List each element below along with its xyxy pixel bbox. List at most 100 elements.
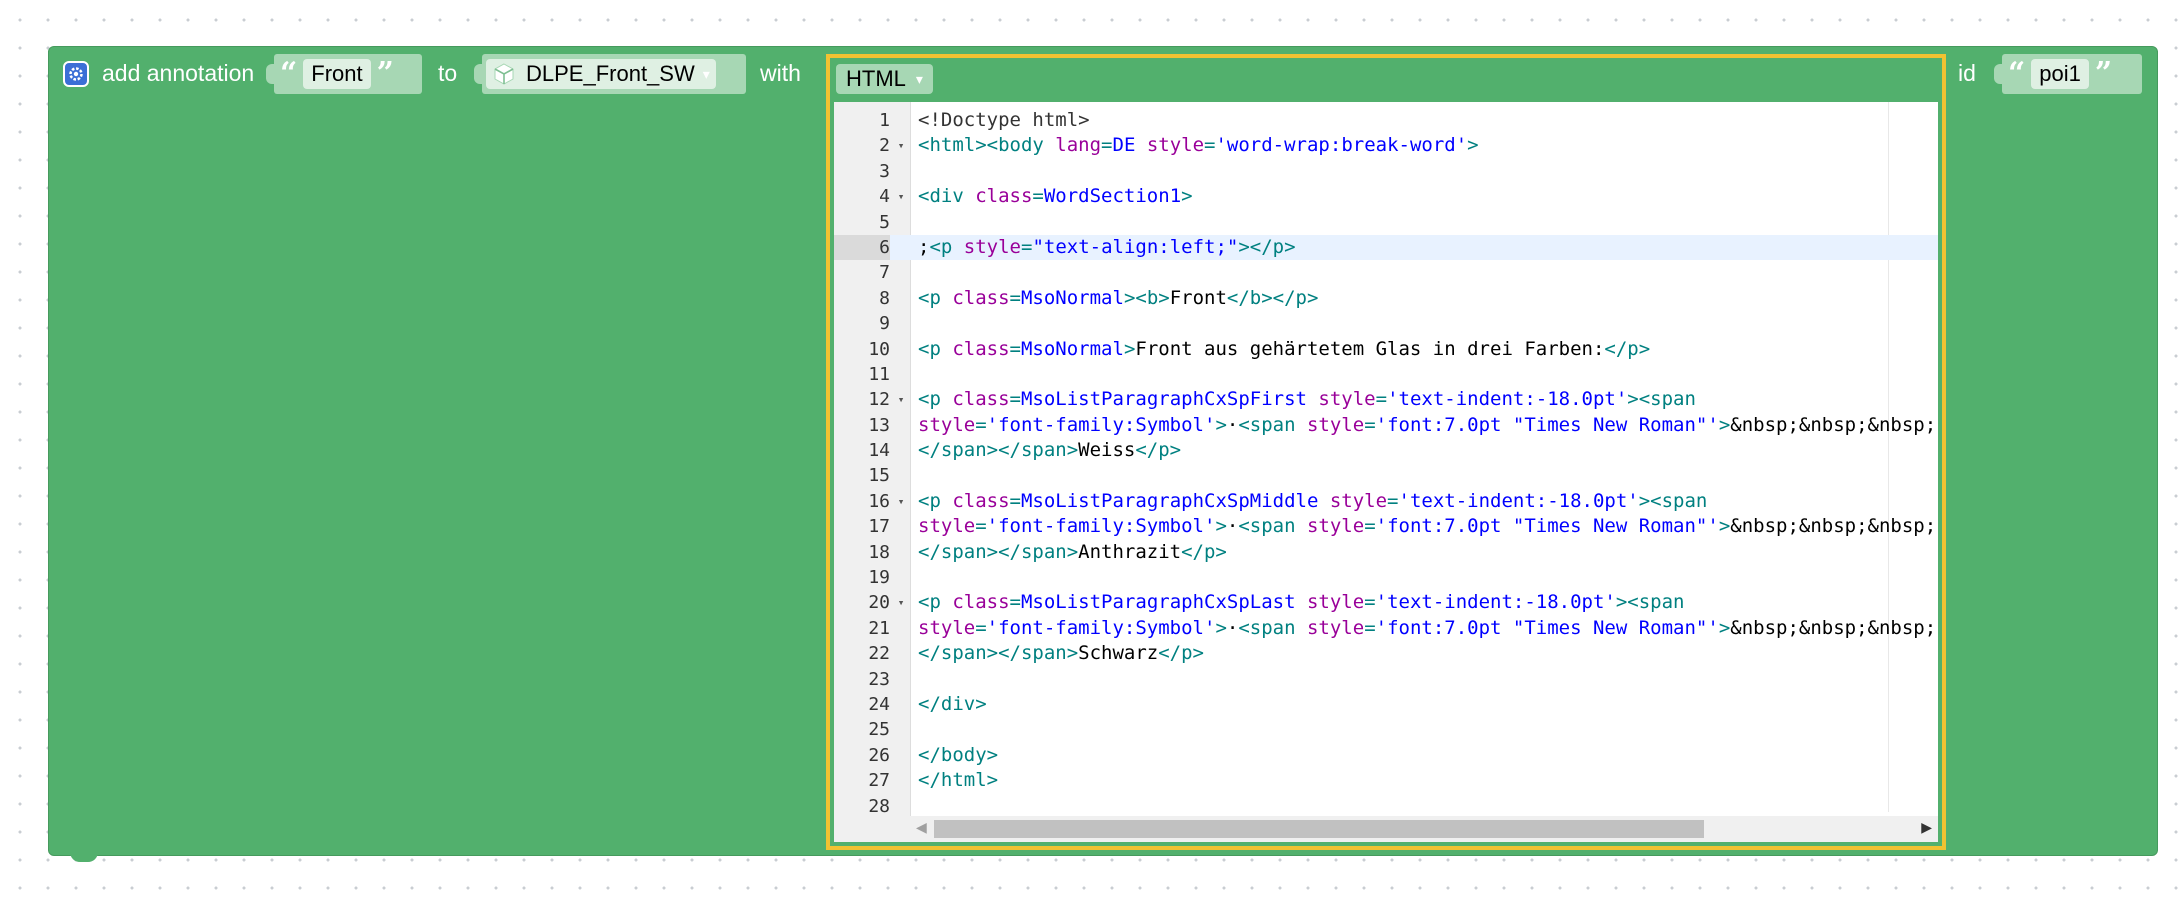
code-line[interactable]: 5 bbox=[834, 210, 1938, 235]
scrollbar-thumb[interactable] bbox=[934, 820, 1704, 838]
code-token: = bbox=[1101, 134, 1113, 157]
code-token: = bbox=[1032, 185, 1044, 208]
fold-arrow-icon[interactable]: ▾ bbox=[894, 387, 908, 412]
code-line[interactable]: 26 </body> bbox=[834, 743, 1938, 768]
fold-arrow-icon[interactable]: ▾ bbox=[894, 133, 908, 158]
line-number: 21 bbox=[868, 617, 890, 639]
code-text: </span></span>Anthrazit</p> bbox=[918, 540, 1227, 565]
code-line[interactable]: 21 style='font-family:Symbol'>·<span styl… bbox=[834, 616, 1938, 641]
code-line[interactable]: 18 </span></span>Anthrazit</p> bbox=[834, 540, 1938, 565]
line-number: 15 bbox=[868, 465, 890, 487]
code-token: = bbox=[1364, 591, 1376, 614]
language-value: HTML bbox=[846, 66, 906, 91]
code-token: <span bbox=[1238, 413, 1307, 436]
code-line[interactable]: 15 bbox=[834, 463, 1938, 488]
code-token: class bbox=[952, 388, 1010, 411]
code-line[interactable]: 3 bbox=[834, 159, 1938, 184]
language-dropdown[interactable]: HTML ▾ bbox=[836, 64, 933, 94]
code-text: <p class=MsoNormal><b>Front</b></p> bbox=[918, 286, 1318, 311]
code-token: Front aus gehärtetem Glas in drei Farben… bbox=[1135, 337, 1605, 360]
code-line[interactable]: 25 bbox=[834, 717, 1938, 742]
code-token: ></p> bbox=[1238, 235, 1296, 258]
code-text: </span></span>Weiss</p> bbox=[918, 438, 1181, 463]
html-code-block[interactable]: HTML ▾ 1 <!Doctype html> 2 ▾ <html><body lan… bbox=[826, 54, 1946, 850]
target-object-dropdown[interactable]: DLPE_Front_SW ▾ bbox=[474, 54, 746, 94]
code-token: <html><body bbox=[918, 134, 1056, 157]
scroll-right-icon[interactable]: ▶ bbox=[1921, 819, 1932, 836]
code-token: = bbox=[975, 515, 987, 538]
code-line[interactable]: 2 ▾ <html><body lang=DE style='word-wrap:b… bbox=[834, 133, 1938, 158]
line-number: 17 bbox=[868, 516, 890, 538]
annotation-text-field[interactable]: Front bbox=[303, 59, 371, 89]
code-line[interactable]: 1 <!Doctype html> bbox=[834, 108, 1938, 133]
code-token: </p> bbox=[1135, 439, 1182, 462]
code-line[interactable]: 10 <p class=MsoNormal>Front aus gehärtete… bbox=[834, 337, 1938, 362]
code-token: &nbsp;&nbsp;&nbsp; bbox=[1730, 413, 1937, 436]
horizontal-scrollbar[interactable]: ◀ ▶ bbox=[910, 816, 1938, 842]
code-text: <html><body lang=DE style='word-wrap:bre… bbox=[918, 133, 1479, 158]
code-line[interactable]: 14 </span></span>Weiss</p> bbox=[834, 438, 1938, 463]
code-token: 'font-family:Symbol' bbox=[986, 413, 1216, 436]
code-line[interactable]: 17 style='font-family:Symbol'>·<span styl… bbox=[834, 514, 1938, 539]
line-number: 26 bbox=[868, 744, 890, 766]
code-token: · bbox=[1226, 413, 1239, 436]
scroll-left-icon[interactable]: ◀ bbox=[916, 819, 927, 836]
code-token: = bbox=[1020, 235, 1033, 258]
code-line[interactable]: 23 bbox=[834, 667, 1938, 692]
code-token: style bbox=[1306, 388, 1376, 411]
code-text: <div class=WordSection1> bbox=[918, 184, 1193, 209]
code-token: ; bbox=[918, 235, 930, 258]
code-token: MsoListParagraphCxSpMiddle bbox=[1020, 489, 1319, 512]
code-token: 'font:7.0pt "Times New Roman"' bbox=[1375, 413, 1719, 436]
code-token: ><span bbox=[1627, 388, 1696, 411]
triangle-down-icon: ▾ bbox=[915, 70, 923, 87]
code-line[interactable]: 4 ▾ <div class=WordSection1> bbox=[834, 184, 1938, 209]
code-lines[interactable]: 1 <!Doctype html> 2 ▾ <html><body lang=DE st… bbox=[834, 108, 1938, 819]
code-token: 'font:7.0pt "Times New Roman"' bbox=[1375, 616, 1719, 639]
code-text: </span></span>Schwarz</p> bbox=[918, 641, 1204, 666]
code-line[interactable]: 11 bbox=[834, 362, 1938, 387]
id-text-field[interactable]: poi1 bbox=[2031, 59, 2089, 89]
gear-icon[interactable] bbox=[63, 61, 89, 87]
code-token: style bbox=[1306, 413, 1365, 436]
code-token: = bbox=[1009, 591, 1021, 614]
code-line[interactable]: 7 bbox=[834, 260, 1938, 285]
code-token: </p> bbox=[1604, 337, 1651, 360]
fold-arrow-icon[interactable]: ▾ bbox=[894, 489, 908, 514]
code-token: style bbox=[1135, 134, 1205, 157]
code-line[interactable]: 24 </div> bbox=[834, 692, 1938, 717]
code-token: </p> bbox=[1158, 642, 1204, 665]
annotation-text-input[interactable]: “ Front ” bbox=[266, 54, 422, 94]
code-token: <p bbox=[918, 286, 953, 309]
code-line[interactable]: 20 ▾ <p class=MsoListParagraphCxSpLast sty… bbox=[834, 590, 1938, 615]
block-next-connector bbox=[70, 852, 98, 862]
code-line[interactable]: 8 <p class=MsoNormal><b>Front</b></p> bbox=[834, 286, 1938, 311]
code-token: Anthrazit bbox=[1078, 540, 1182, 563]
code-line[interactable]: 9 bbox=[834, 311, 1938, 336]
code-token: > bbox=[1123, 337, 1136, 360]
id-text-input[interactable]: “ poi1 ” bbox=[1994, 54, 2142, 94]
code-token: = bbox=[1009, 489, 1021, 512]
fold-arrow-icon[interactable]: ▾ bbox=[894, 590, 908, 615]
code-line[interactable]: 27 </html> bbox=[834, 768, 1938, 793]
code-line[interactable]: 12 ▾ <p class=MsoListParagraphCxSpFirst st… bbox=[834, 387, 1938, 412]
code-token: &nbsp;&nbsp;&nbsp; bbox=[1730, 515, 1937, 538]
code-token: class bbox=[952, 489, 1010, 512]
code-token: > bbox=[1718, 515, 1731, 538]
fold-arrow-icon[interactable]: ▾ bbox=[894, 184, 908, 209]
code-editor[interactable]: 1 <!Doctype html> 2 ▾ <html><body lang=DE st… bbox=[834, 102, 1938, 842]
code-line[interactable]: 13 style='font-family:Symbol'>·<span styl… bbox=[834, 413, 1938, 438]
line-number: 1 bbox=[879, 110, 890, 131]
code-token: 'font-family:Symbol' bbox=[986, 515, 1216, 538]
code-token: class bbox=[952, 591, 1010, 614]
code-token: > bbox=[1215, 413, 1227, 436]
code-line[interactable]: 19 bbox=[834, 565, 1938, 590]
code-line[interactable]: 22 </span></span>Schwarz</p> bbox=[834, 641, 1938, 666]
code-token: Schwarz bbox=[1078, 642, 1159, 665]
code-token: > bbox=[1467, 134, 1479, 157]
close-quote-icon: ” bbox=[376, 56, 394, 91]
code-token: 'text-indent:-18.0pt' bbox=[1398, 489, 1639, 512]
code-line[interactable]: 16 ▾ <p class=MsoListParagraphCxSpMiddle s… bbox=[834, 489, 1938, 514]
code-line[interactable]: 6 ;<p style="text-align:left;"></p> bbox=[834, 234, 1938, 261]
code-text: </div> bbox=[918, 692, 987, 717]
